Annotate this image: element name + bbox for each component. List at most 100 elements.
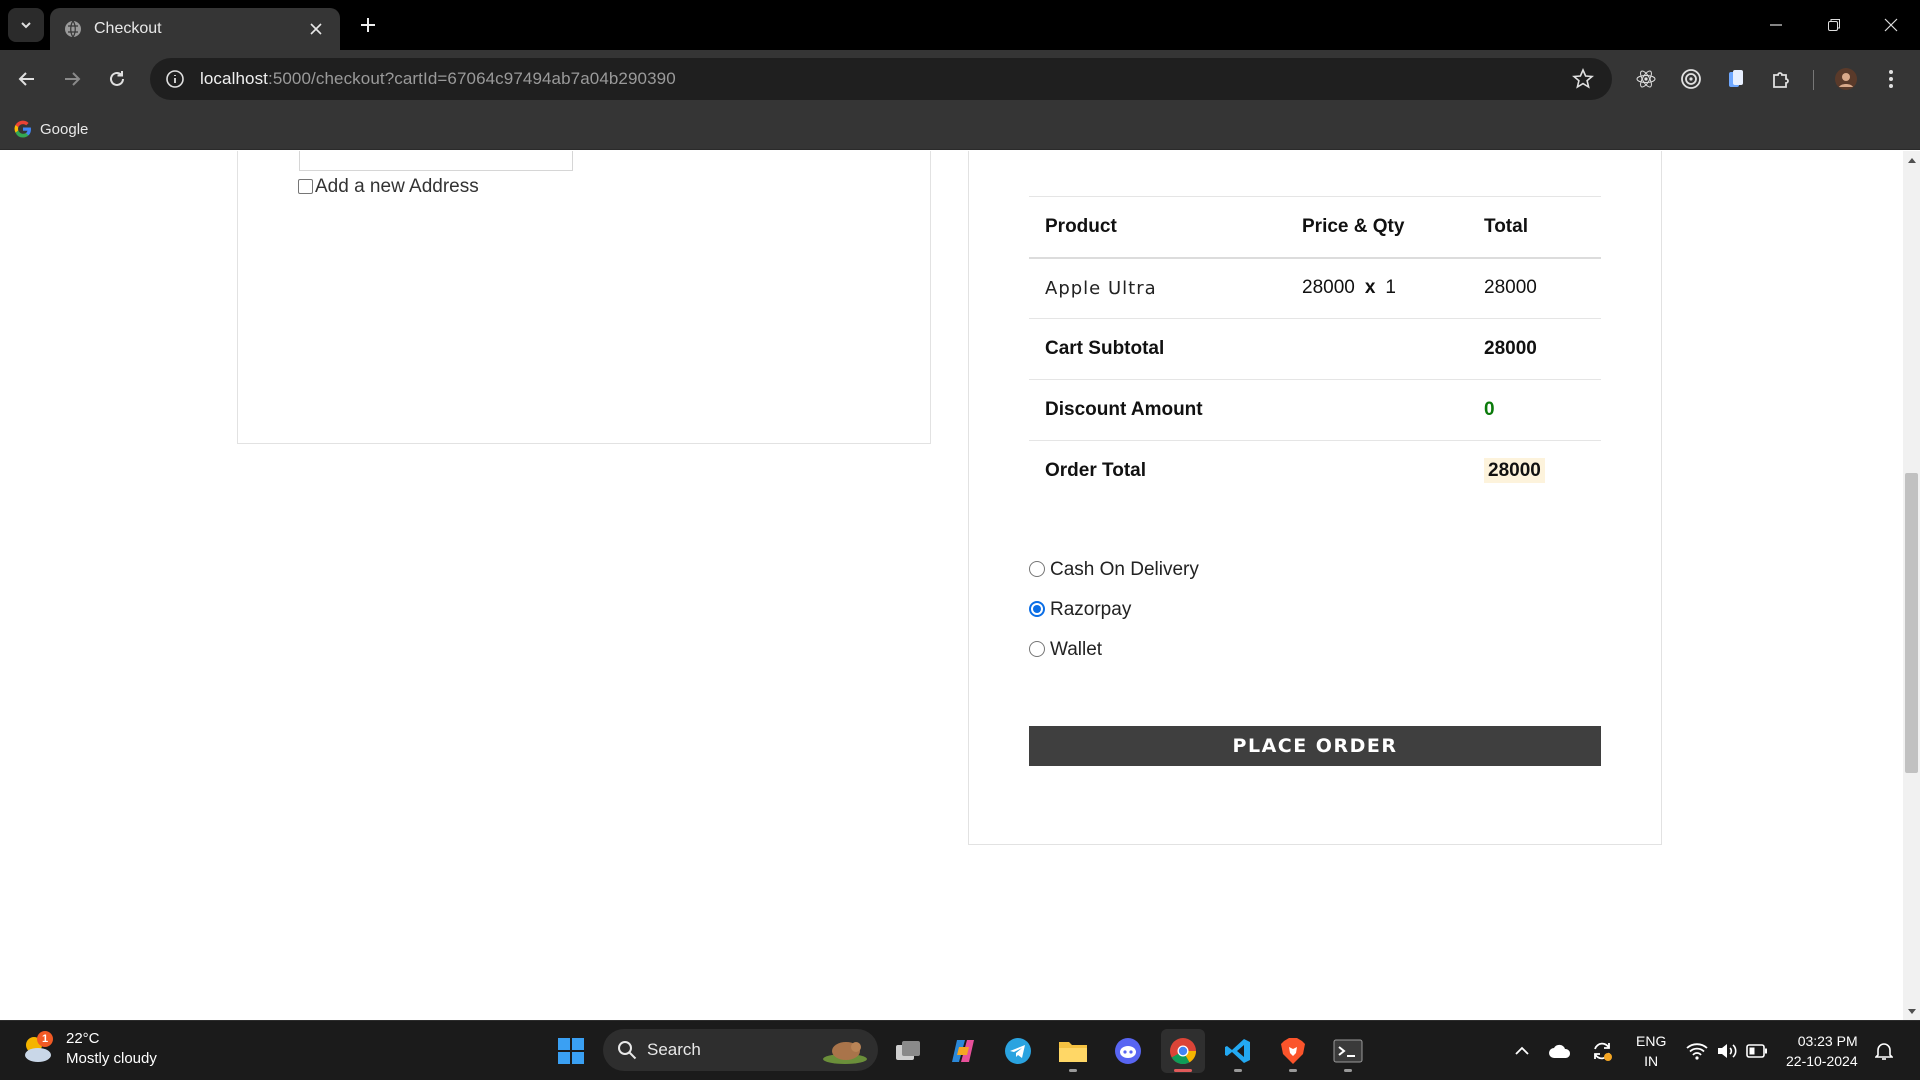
taskbar-copilot[interactable] — [941, 1029, 985, 1073]
clock-time: 03:23 PM — [1797, 1033, 1858, 1049]
forward-button[interactable] — [54, 61, 90, 97]
payment-option-razorpay[interactable]: Razorpay — [1029, 599, 1131, 621]
close-icon — [1884, 18, 1898, 32]
weather-temp: 22°C — [66, 1030, 100, 1047]
search-icon — [618, 1041, 637, 1060]
tab-checkout[interactable]: Checkout — [50, 8, 340, 50]
back-button[interactable] — [9, 61, 45, 97]
address-card: Add a new Address — [237, 151, 931, 444]
volume-tray[interactable] — [1715, 1039, 1739, 1063]
arrow-left-icon — [18, 72, 34, 86]
sync-icon — [1594, 1042, 1612, 1061]
payment-option-cod[interactable]: Cash On Delivery — [1029, 559, 1199, 581]
brave-icon — [1281, 1038, 1305, 1064]
cart-subtotal-value: 28000 — [1468, 318, 1601, 380]
triangle-down-icon — [1907, 1008, 1916, 1014]
chevron-up-icon — [1515, 1046, 1529, 1055]
taskbar-chrome[interactable] — [1161, 1029, 1205, 1073]
extensions-button[interactable] — [1767, 65, 1795, 93]
address-bar[interactable]: localhost:5000/checkout?cartId=67064c974… — [150, 58, 1612, 100]
lang-primary: ENG — [1636, 1033, 1667, 1049]
tab-title: Checkout — [94, 20, 162, 37]
bookmark-google[interactable]: Google — [14, 117, 88, 141]
cloudy-weather-icon: 1 — [20, 1031, 56, 1067]
scroll-up-button[interactable] — [1903, 151, 1920, 168]
add-new-address-option[interactable]: Add a new Address — [298, 176, 479, 198]
arrow-right-icon — [65, 72, 81, 86]
star-icon[interactable] — [1572, 68, 1594, 90]
order-total-label: Order Total — [1029, 440, 1286, 502]
sync-tray[interactable] — [1590, 1039, 1614, 1063]
profile-button[interactable] — [1832, 65, 1860, 93]
taskbar-brave[interactable] — [1271, 1029, 1315, 1073]
razorpay-radio[interactable] — [1029, 600, 1045, 617]
product-name: Apple Ultra — [1029, 257, 1286, 319]
language-indicator[interactable]: ENG IN — [1636, 1031, 1666, 1071]
toolbar-divider — [1813, 70, 1814, 90]
new-tab-button[interactable] — [353, 10, 383, 40]
minimize-icon — [1770, 24, 1782, 26]
address-select[interactable] — [299, 151, 573, 171]
scroll-down-button[interactable] — [1903, 1003, 1920, 1020]
cart-subtotal-label: Cart Subtotal — [1029, 318, 1286, 380]
taskbar-terminal[interactable] — [1326, 1029, 1370, 1073]
document-extension[interactable] — [1722, 65, 1750, 93]
page-scrollbar[interactable] — [1903, 151, 1920, 1020]
volume-icon — [1718, 1044, 1737, 1058]
copilot-icon — [952, 1040, 974, 1062]
close-window-button[interactable] — [1863, 0, 1919, 50]
reload-button[interactable] — [99, 61, 135, 97]
google-icon — [14, 120, 31, 138]
taskbar-file-explorer[interactable] — [1051, 1029, 1095, 1073]
order-total-value: 28000 — [1484, 458, 1545, 484]
minimize-button[interactable] — [1748, 0, 1804, 50]
item-qty: 1 — [1385, 277, 1396, 299]
weather-widget[interactable]: 1 22°C Mostly cloudy — [20, 1029, 157, 1069]
start-button[interactable] — [549, 1029, 593, 1073]
close-tab-button[interactable] — [306, 19, 326, 39]
taskbar-telegram[interactable] — [996, 1029, 1040, 1073]
target-extension[interactable] — [1677, 65, 1705, 93]
system-clock[interactable]: 03:23 PM 22-10-2024 — [1786, 1031, 1858, 1071]
battery-tray[interactable] — [1745, 1039, 1769, 1063]
taskbar-search[interactable]: Search — [603, 1029, 878, 1071]
wifi-tray[interactable] — [1685, 1039, 1709, 1063]
taskbar-task-view[interactable] — [886, 1029, 930, 1073]
table-row: Cart Subtotal 28000 — [1029, 318, 1601, 380]
tab-search-button[interactable] — [8, 8, 44, 42]
search-label: Search — [647, 1040, 701, 1059]
globe-icon — [65, 20, 81, 38]
times-sign: x — [1364, 277, 1376, 299]
tab-bar: Checkout — [0, 0, 1920, 50]
restore-button[interactable] — [1806, 0, 1862, 50]
browser-menu-button[interactable] — [1877, 65, 1905, 93]
chevron-down-icon — [21, 22, 31, 29]
windows-icon — [558, 1038, 584, 1064]
folder-icon — [1059, 1042, 1087, 1062]
weather-desc: Mostly cloudy — [66, 1050, 157, 1067]
item-total: 28000 — [1468, 257, 1601, 319]
header-total: Total — [1468, 196, 1601, 259]
add-address-checkbox[interactable] — [298, 178, 313, 194]
clock-date: 22-10-2024 — [1786, 1053, 1858, 1069]
chrome-icon — [1170, 1038, 1197, 1065]
bookmarks-bar: Google — [0, 108, 1920, 150]
restore-icon — [1828, 19, 1840, 31]
page-viewport: Add a new Address Product Price & Qty To… — [0, 151, 1920, 1020]
avatar-icon — [1835, 68, 1857, 90]
taskbar-discord[interactable] — [1106, 1029, 1150, 1073]
show-hidden-icons-button[interactable] — [1510, 1039, 1534, 1063]
wallet-radio[interactable] — [1029, 640, 1045, 657]
cod-radio[interactable] — [1029, 560, 1045, 577]
url-text: localhost:5000/checkout?cartId=67064c974… — [200, 69, 676, 88]
scroll-thumb[interactable] — [1905, 473, 1918, 773]
place-order-button[interactable]: PLACE ORDER — [1029, 726, 1601, 766]
onedrive-tray[interactable] — [1548, 1039, 1572, 1063]
payment-option-wallet[interactable]: Wallet — [1029, 639, 1102, 661]
taskbar-vscode[interactable] — [1216, 1029, 1260, 1073]
price-qty: 28000 x 1 — [1286, 257, 1468, 319]
table-header-row: Product Price & Qty Total — [1029, 196, 1601, 259]
react-devtools-extension[interactable] — [1632, 65, 1660, 93]
notifications-button[interactable] — [1872, 1039, 1896, 1063]
header-price-qty: Price & Qty — [1286, 196, 1468, 259]
